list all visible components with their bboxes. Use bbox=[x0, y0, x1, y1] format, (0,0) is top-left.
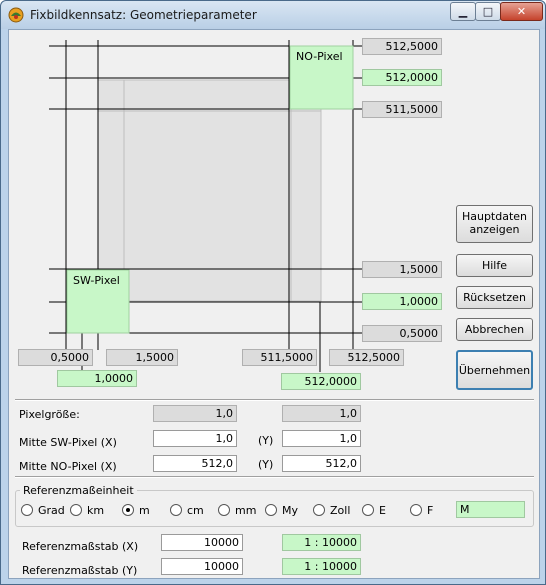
unit-radio-label: cm bbox=[187, 504, 204, 517]
pixelgroesse-label: Pixelgröße: bbox=[19, 408, 80, 421]
y-top-field: 512,5000 bbox=[362, 38, 442, 55]
minimize-icon: ▁ bbox=[458, 5, 468, 18]
hilfe-button[interactable]: Hilfe bbox=[456, 254, 533, 277]
pixelgroesse-x-field: 1,0 bbox=[153, 405, 237, 422]
y-below-ne-field: 511,5000 bbox=[362, 101, 442, 118]
x-ne-left-field: 511,5000 bbox=[242, 349, 317, 366]
referenzmassstab-x-ratio: 1 : 10000 bbox=[282, 534, 361, 551]
unit-radio-e[interactable] bbox=[362, 504, 374, 516]
sw-pixel-label: SW-Pixel bbox=[73, 274, 120, 287]
window-title: Fixbildkennsatz: Geometrieparameter bbox=[30, 8, 257, 22]
maximize-button[interactable]: □ bbox=[475, 2, 501, 21]
hauptdaten-line1: Hauptdaten bbox=[461, 210, 528, 223]
hauptdaten-anzeigen-button[interactable]: Hauptdaten anzeigen bbox=[456, 205, 533, 243]
close-button[interactable]: ✕ bbox=[500, 2, 543, 21]
uebernehmen-button[interactable]: Übernehmen bbox=[456, 350, 533, 390]
unit-radio-m[interactable] bbox=[122, 504, 134, 516]
referenzmassstab-x-input[interactable]: 10000 bbox=[161, 534, 243, 551]
title-bar[interactable]: Fixbildkennsatz: Geometrieparameter ▁ □ … bbox=[1, 1, 545, 29]
hauptdaten-line2: anzeigen bbox=[469, 223, 520, 236]
x-left-field: 0,5000 bbox=[18, 349, 93, 366]
x-right-field: 512,5000 bbox=[329, 349, 404, 366]
x-ne-field: 512,0000 bbox=[281, 373, 361, 390]
unit-radio-km[interactable] bbox=[70, 504, 82, 516]
referenzmasseinheit-title: Referenzmaßeinheit bbox=[20, 484, 137, 497]
unit-radio-f[interactable] bbox=[410, 504, 422, 516]
unit-radio-label: m bbox=[139, 504, 150, 517]
referenzmassstab-y-label: Referenzmaßstab (Y) bbox=[22, 564, 138, 577]
y-sw-field: 1,0000 bbox=[362, 293, 442, 310]
y-bottom-field: 0,5000 bbox=[362, 325, 442, 342]
unit-radio-label: mm bbox=[235, 504, 257, 517]
sw-center-y-input[interactable]: 1,0 bbox=[282, 430, 361, 447]
unit-radio-zoll[interactable] bbox=[313, 504, 325, 516]
x-sw-right-field: 1,5000 bbox=[106, 349, 178, 366]
x-sw-field: 1,0000 bbox=[57, 370, 137, 387]
dialog-client: NO-Pixel SW-Pixel 512,5000 512,0000 511,… bbox=[8, 29, 540, 579]
dialog-window: Fixbildkennsatz: Geometrieparameter ▁ □ … bbox=[0, 0, 546, 585]
unit-radio-label: Grad bbox=[38, 504, 65, 517]
ne-pixel-center-label: Mitte NO-Pixel (X) bbox=[19, 460, 117, 473]
sw-pixel-center-label: Mitte SW-Pixel (X) bbox=[19, 436, 117, 449]
unit-radio-grad[interactable] bbox=[21, 504, 33, 516]
unit-radio-label: My bbox=[282, 504, 299, 517]
sw-center-x-input[interactable]: 1,0 bbox=[153, 430, 237, 447]
abbrechen-button[interactable]: Abbrechen bbox=[456, 318, 533, 341]
unit-radio-my[interactable] bbox=[265, 504, 277, 516]
sw-y-label: (Y) bbox=[258, 434, 274, 447]
separator-mid bbox=[15, 476, 534, 478]
unit-radio-label: km bbox=[87, 504, 105, 517]
app-icon bbox=[8, 7, 24, 23]
unit-radio-label: E bbox=[379, 504, 386, 517]
referenzmassstab-x-label: Referenzmaßstab (X) bbox=[22, 540, 139, 553]
ne-y-label: (Y) bbox=[258, 458, 274, 471]
unit-radio-label: Zoll bbox=[330, 504, 351, 517]
ne-center-x-input[interactable]: 512,0 bbox=[153, 455, 237, 472]
unit-display-field: M bbox=[456, 501, 525, 518]
unit-radio-label: F bbox=[427, 504, 434, 517]
separator-top bbox=[15, 399, 534, 401]
ne-center-y-input[interactable]: 512,0 bbox=[282, 455, 361, 472]
y-ne-field: 512,0000 bbox=[362, 69, 442, 86]
unit-radio-mm[interactable] bbox=[218, 504, 230, 516]
close-icon: ✕ bbox=[516, 5, 527, 18]
ne-pixel-label: NO-Pixel bbox=[296, 50, 343, 63]
image-area bbox=[97, 79, 322, 302]
maximize-icon: □ bbox=[482, 5, 494, 18]
pixelgroesse-y-field: 1,0 bbox=[282, 405, 361, 422]
referenzmassstab-y-ratio: 1 : 10000 bbox=[282, 558, 361, 575]
unit-radio-cm[interactable] bbox=[170, 504, 182, 516]
referenzmassstab-y-input[interactable]: 10000 bbox=[161, 558, 243, 575]
ruecksetzen-button[interactable]: Rücksetzen bbox=[456, 286, 533, 309]
minimize-button[interactable]: ▁ bbox=[450, 2, 476, 21]
y-above-sw-field: 1,5000 bbox=[362, 261, 442, 278]
